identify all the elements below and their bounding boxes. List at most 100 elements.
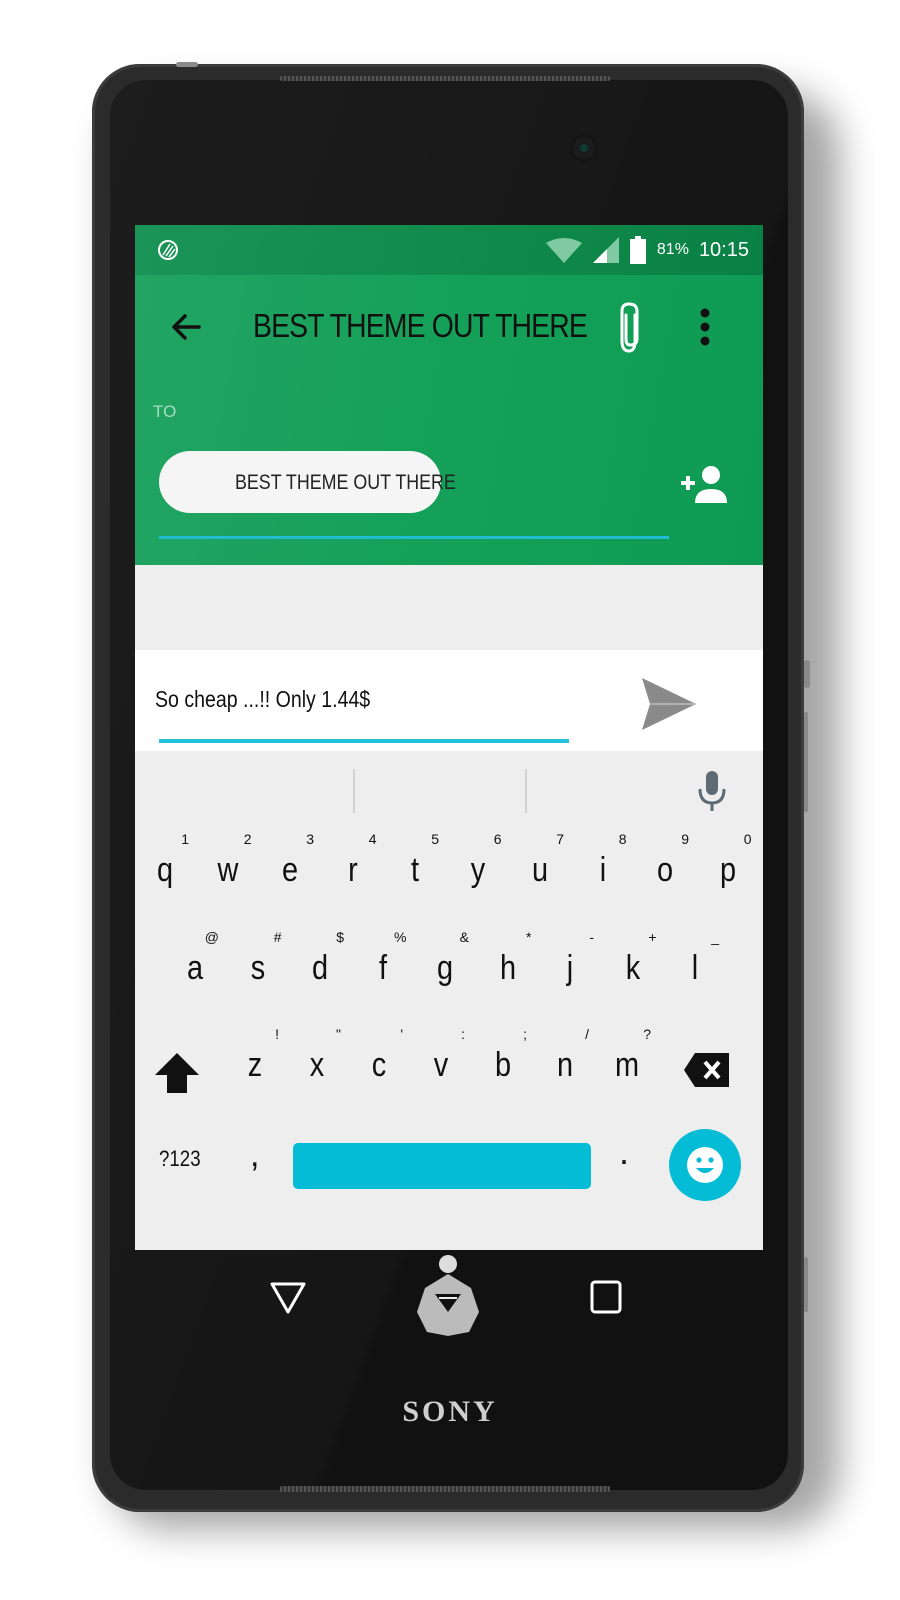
key-j[interactable]: -j: [540, 929, 600, 1009]
conversation-title: BEST THEME OUT THERE: [253, 307, 588, 344]
add-person-icon[interactable]: [679, 463, 729, 505]
earpiece-speaker: [280, 76, 610, 81]
key-label: r: [347, 851, 358, 889]
key-q[interactable]: 1q: [135, 831, 195, 911]
key-label: j: [566, 949, 574, 987]
suggestion-divider: [353, 769, 355, 813]
key-r[interactable]: 4r: [323, 831, 383, 911]
recipient-chip-label: BEST THEME OUT THERE: [235, 471, 456, 494]
key-m[interactable]: ? m: [597, 1026, 657, 1106]
camera-side-button: [804, 660, 810, 688]
screen: 81% 10:15 BEST THEME OUT THERE TO BEST T…: [135, 225, 763, 1250]
key-l[interactable]: _ l: [665, 929, 725, 1009]
clock: 10:15: [698, 238, 749, 261]
emoji-icon: [687, 1147, 723, 1183]
key-hint: 2: [243, 831, 252, 847]
key-hint: #: [273, 929, 282, 945]
backspace-icon[interactable]: [683, 1051, 731, 1089]
volume-button: [804, 712, 808, 812]
key-hint: ': [400, 1026, 403, 1042]
key-label: s: [250, 949, 265, 987]
key-hint: 8: [618, 831, 627, 847]
paperclip-icon[interactable]: [613, 301, 647, 355]
key-i[interactable]: 8i: [573, 831, 633, 911]
nav-recents-icon[interactable]: [590, 1280, 622, 1314]
comma-key[interactable]: ,: [250, 1136, 259, 1175]
arrow-back-icon[interactable]: [165, 305, 209, 349]
message-input-underline: [159, 739, 569, 743]
key-u[interactable]: 7u: [510, 831, 570, 911]
key-label: k: [625, 949, 640, 987]
key-label: v: [433, 1046, 449, 1084]
mic-icon[interactable]: [695, 769, 729, 813]
brand-logo: SONY: [402, 1395, 498, 1428]
keyboard: 1q2w3e4r5t6y7u8i9o0p @ a # s $ d% f & g * h - j + k _ l …: [135, 751, 763, 1250]
key-h[interactable]: * h: [478, 929, 538, 1009]
key-x[interactable]: " x: [287, 1026, 347, 1106]
key-hint: 3: [306, 831, 314, 847]
key-y[interactable]: 6y: [448, 831, 508, 911]
key-label: q: [156, 851, 174, 889]
key-g[interactable]: & g: [415, 929, 475, 1009]
more-vert-icon[interactable]: [690, 305, 720, 349]
key-c[interactable]: ' c: [349, 1026, 409, 1106]
key-hint: ;: [523, 1026, 527, 1042]
key-label: c: [371, 1046, 387, 1084]
symbols-key[interactable]: ?123: [159, 1146, 201, 1172]
key-label: b: [494, 1046, 512, 1084]
key-label: f: [378, 949, 387, 987]
app-notification-icon: [158, 240, 178, 260]
key-label: x: [309, 1046, 325, 1084]
key-label: u: [531, 851, 549, 889]
key-hint: /: [585, 1026, 589, 1042]
bottom-speaker: [280, 1486, 610, 1492]
key-hint: ": [336, 1026, 341, 1042]
key-hint: @: [204, 929, 219, 945]
key-n[interactable]: / n: [535, 1026, 595, 1106]
key-label: i: [599, 851, 606, 889]
key-label: w: [217, 851, 238, 889]
key-a[interactable]: @ a: [165, 929, 225, 1009]
wifi-icon: [545, 238, 582, 263]
period-key[interactable]: .: [619, 1131, 629, 1173]
key-k[interactable]: + k: [603, 929, 663, 1009]
key-label: o: [656, 851, 674, 889]
message-input[interactable]: So cheap ...!! Only 1.44$: [155, 686, 370, 713]
key-hint: !: [275, 1026, 279, 1042]
app-bar: BEST THEME OUT THERE TO BEST THEME OUT T…: [135, 275, 763, 565]
battery-icon: [629, 236, 646, 264]
key-hint: 1: [181, 831, 189, 847]
key-o[interactable]: 9o: [635, 831, 695, 911]
recipient-field-underline: [159, 536, 669, 539]
key-w[interactable]: 2w: [198, 831, 258, 911]
key-v[interactable]: :v: [411, 1026, 471, 1106]
key-hint: *: [526, 929, 532, 945]
battery-percent: 81%: [656, 241, 689, 258]
key-p[interactable]: 0p: [698, 831, 758, 911]
key-z[interactable]: ! z: [225, 1026, 285, 1106]
shift-icon[interactable]: [153, 1051, 201, 1095]
key-label: l: [691, 949, 699, 987]
superman-home-icon[interactable]: [403, 1250, 493, 1340]
key-s[interactable]: # s: [228, 929, 288, 1009]
emoji-key[interactable]: [669, 1129, 741, 1201]
key-hint: +: [648, 929, 657, 945]
send-icon[interactable]: [640, 676, 696, 732]
key-f[interactable]: % f: [353, 929, 413, 1009]
space-key[interactable]: [293, 1143, 591, 1189]
key-e[interactable]: 3e: [260, 831, 320, 911]
suggestion-divider: [525, 769, 527, 813]
key-label: n: [556, 1046, 574, 1084]
nav-back-icon[interactable]: [270, 1280, 306, 1316]
key-t[interactable]: 5t: [385, 831, 445, 911]
key-d[interactable]: $ d: [290, 929, 350, 1009]
key-hint: _: [711, 929, 719, 945]
top-button: [176, 62, 198, 67]
key-label: y: [470, 851, 485, 889]
key-hint: 9: [681, 831, 689, 847]
key-hint: -: [589, 929, 594, 945]
recipient-chip[interactable]: BEST THEME OUT THERE: [159, 451, 456, 513]
key-b[interactable]: ; b: [473, 1026, 533, 1106]
key-label: p: [719, 851, 736, 889]
key-label: m: [614, 1046, 640, 1084]
